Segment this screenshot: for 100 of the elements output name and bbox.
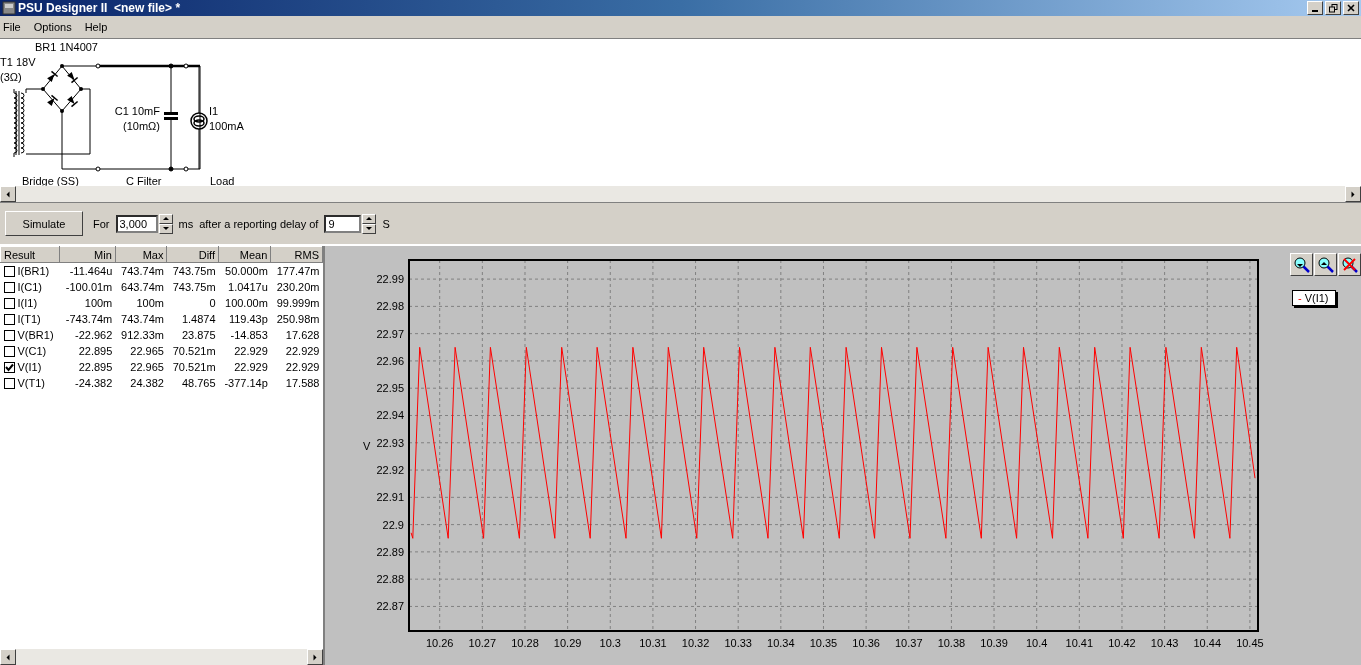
y-tick-label: 22.87 xyxy=(376,600,404,613)
legend-marker: - xyxy=(1298,292,1302,304)
x-tick-label: 10.43 xyxy=(1150,637,1179,649)
table-cell: -11.464u xyxy=(59,262,116,279)
table-cell: 177.47m xyxy=(270,262,323,279)
table-cell-text: 17.628 xyxy=(284,328,321,343)
table-cell-text: 22.929 xyxy=(284,344,321,359)
x-tick-label: 10.27 xyxy=(468,637,497,649)
x-tick-label: 10.34 xyxy=(767,637,795,649)
delay-unit: S xyxy=(382,217,390,230)
column-header[interactable]: Min xyxy=(59,246,116,263)
result-name: V(C1) xyxy=(17,345,47,357)
y-tick-label: 22.98 xyxy=(376,300,404,313)
column-header[interactable]: RMS xyxy=(270,246,323,263)
table-cell-text: 250.98m xyxy=(275,312,321,327)
table-cell-text: 22.895 xyxy=(77,344,114,359)
component-label: T1 18V xyxy=(0,56,36,68)
table-cell-text: -377.14p xyxy=(223,376,269,391)
column-header[interactable]: Diff xyxy=(166,246,219,263)
table-cell-text: 17.588 xyxy=(284,376,321,391)
x-tick-label: 10.41 xyxy=(1065,637,1094,649)
column-header[interactable]: Result xyxy=(0,246,60,263)
table-cell-text: 100m xyxy=(83,296,114,311)
result-name: I(I1) xyxy=(17,297,38,309)
table-cell-text: -743.74m xyxy=(64,312,114,327)
x-tick-label: 10.38 xyxy=(937,637,966,649)
table-cell-text: 22.895 xyxy=(77,360,114,375)
y-tick-label: 22.91 xyxy=(376,491,404,504)
table-cell-text: 24.382 xyxy=(129,376,165,391)
x-tick-label: 10.36 xyxy=(852,637,880,649)
table-cell-text: 22.929 xyxy=(284,360,321,375)
table-cell-text: 1.4874 xyxy=(180,312,217,327)
table-cell-text: 100m xyxy=(135,296,165,311)
delay-label: after a reporting delay of xyxy=(199,217,319,230)
result-name: I(T1) xyxy=(17,313,41,325)
table-cell-text: 230.20m xyxy=(275,280,321,295)
y-tick-label: 22.97 xyxy=(376,327,404,340)
table-cell: 743.75m xyxy=(166,262,219,279)
x-tick-label: 10.45 xyxy=(1236,637,1264,649)
x-tick-label: 10.26 xyxy=(425,637,454,649)
result-name: I(C1) xyxy=(17,281,42,293)
x-tick-label: 10.32 xyxy=(681,637,710,649)
table-cell-text: 99.999m xyxy=(275,296,321,311)
component-label: I1 xyxy=(209,105,219,117)
table-cell-text: 22.965 xyxy=(129,344,165,359)
simulate-button[interactable]: Simulate xyxy=(5,211,83,236)
table-cell-text: 22.965 xyxy=(129,360,165,375)
table-cell-text: 23.875 xyxy=(180,328,217,343)
component-label: C1 10mF xyxy=(114,105,160,117)
menu-item[interactable]: Help xyxy=(81,21,114,33)
menu-item[interactable]: File xyxy=(0,21,27,33)
result-name: I(BR1) xyxy=(17,265,50,277)
table-cell: 50.000m xyxy=(218,262,271,279)
y-tick-label: 22.96 xyxy=(376,354,404,367)
table-cell-text: 1.0417u xyxy=(227,280,269,295)
table-cell-text: 119.43p xyxy=(227,312,269,327)
y-tick-label: 22.89 xyxy=(376,545,404,558)
table-cell-text: 70.521m xyxy=(171,360,217,375)
menu-item[interactable]: Options xyxy=(30,21,78,33)
table-cell-text: 0 xyxy=(208,296,217,311)
y-tick-label: 22.95 xyxy=(376,382,404,395)
duration-unit: ms xyxy=(178,217,194,230)
component-label: BR1 1N4007 xyxy=(35,41,98,53)
table-cell-text: -14.853 xyxy=(229,328,269,343)
x-tick-label: 10.31 xyxy=(639,637,667,649)
table-cell-text: 912.33m xyxy=(120,328,165,343)
result-name: V(BR1) xyxy=(17,329,54,341)
table-cell-text: -100.01m xyxy=(64,280,114,295)
table-cell-text: 743.75m xyxy=(171,280,217,295)
stage-caption: C Filter xyxy=(126,175,162,186)
y-tick-label: 22.93 xyxy=(376,436,404,449)
table-cell-text: 48.765 xyxy=(180,376,217,391)
result-name: V(I1) xyxy=(17,361,42,373)
y-tick-label: 22.92 xyxy=(376,464,404,477)
table-cell-text: 100.00m xyxy=(224,296,269,311)
table-cell-text: 22.929 xyxy=(233,344,269,359)
column-header[interactable]: Max xyxy=(115,246,167,263)
component-value: 100mA xyxy=(209,120,244,132)
column-header[interactable]: Mean xyxy=(218,246,271,263)
x-tick-label: 10.33 xyxy=(724,637,752,649)
table-cell: 743.74m xyxy=(115,262,167,279)
y-tick-label: 22.94 xyxy=(376,409,404,422)
y-tick-label: 22.99 xyxy=(376,273,404,286)
delay-field[interactable]: 9 xyxy=(324,214,362,233)
x-tick-label: 10.29 xyxy=(553,637,582,649)
table-cell-text: 70.521m xyxy=(171,344,217,359)
y-tick-label: 22.88 xyxy=(376,573,404,586)
x-tick-label: 10.37 xyxy=(895,637,923,649)
table-cell-text: 22.929 xyxy=(233,360,269,375)
x-tick-label: 10.39 xyxy=(980,637,1008,649)
legend-label: V(I1) xyxy=(1304,292,1329,304)
window-title: PSU Designer II <new file> * xyxy=(18,1,182,15)
x-tick-label: 10.42 xyxy=(1108,637,1136,649)
y-tick-label: 22.9 xyxy=(382,518,404,531)
x-tick-label: 10.3 xyxy=(599,637,621,649)
x-tick-label: 10.4 xyxy=(1026,637,1048,649)
component-value: (3Ω) xyxy=(0,71,22,83)
y-axis-label: V xyxy=(363,439,371,452)
table-cell-text: 743.74m xyxy=(120,312,165,327)
duration-field[interactable]: 3,000 xyxy=(115,214,158,233)
